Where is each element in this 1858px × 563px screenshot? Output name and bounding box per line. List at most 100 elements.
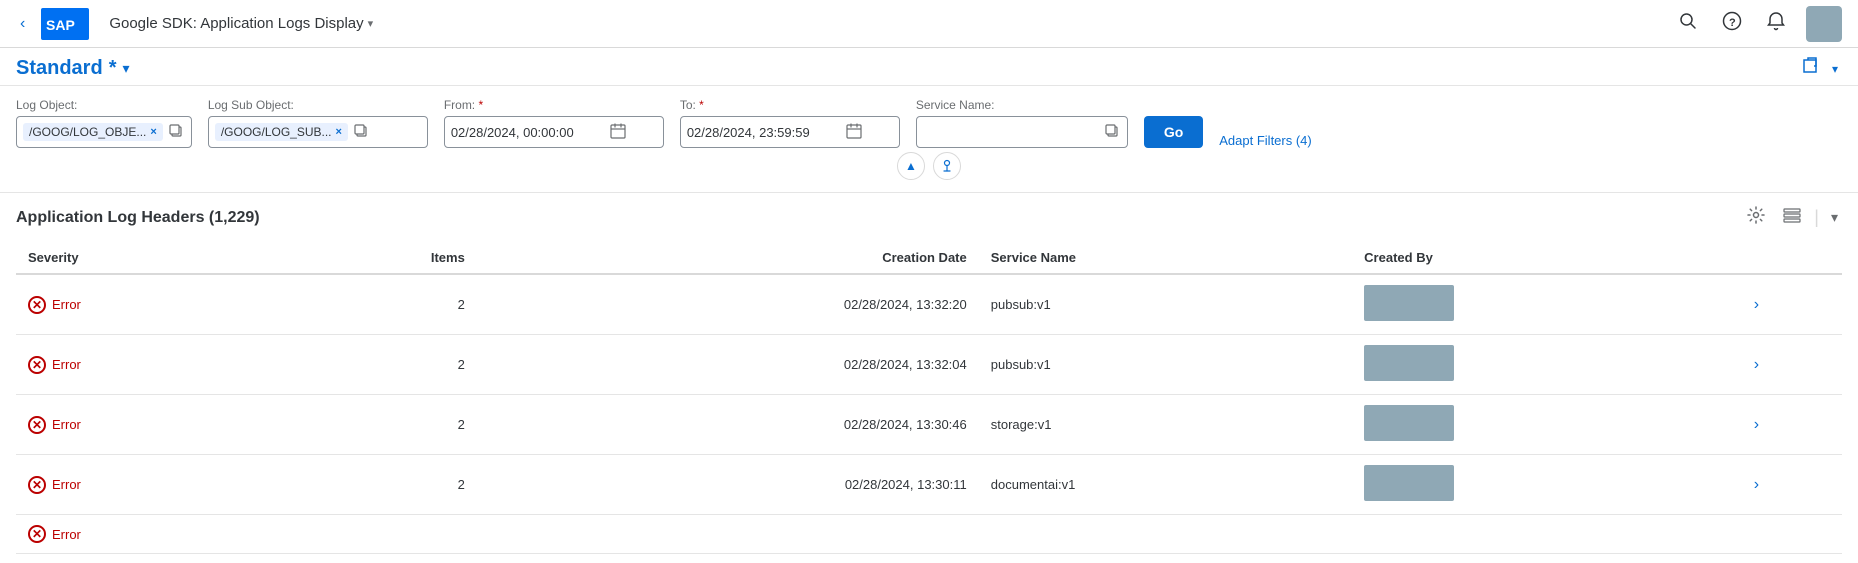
collapse-button[interactable]: ▲: [897, 152, 925, 180]
sub-header-chevron-button[interactable]: ▾: [1828, 58, 1842, 80]
table-more-button[interactable]: ▾: [1827, 205, 1842, 230]
table-view-button[interactable]: [1778, 201, 1806, 234]
created-by-avatar: [1364, 285, 1454, 321]
table-row: ✕ Error 2 02/28/2024, 13:30:46 storage:v…: [16, 395, 1842, 455]
help-button[interactable]: ?: [1718, 7, 1746, 40]
col-nav: [1742, 242, 1842, 274]
row-nav: ›: [1742, 274, 1842, 335]
log-object-label: Log Object:: [16, 98, 192, 112]
nav-title: Google SDK: Application Logs Display ▾: [109, 15, 1662, 32]
row-severity: ✕ Error: [16, 455, 279, 515]
row-nav: ›: [1742, 455, 1842, 515]
row-service-name: storage:v1: [979, 395, 1352, 455]
row-nav-button[interactable]: ›: [1754, 296, 1759, 314]
table-toolbar-divider: |: [1814, 207, 1819, 228]
row-items: [279, 515, 477, 554]
row-creation-date: 02/28/2024, 13:32:20: [477, 274, 979, 335]
nav-title-chevron[interactable]: ▾: [368, 17, 374, 30]
log-object-field: Log Object: /GOOG/LOG_OBJE... ×: [16, 98, 192, 148]
row-service-name: documentai:v1: [979, 455, 1352, 515]
row-items: 2: [279, 274, 477, 335]
row-created-by: [1352, 515, 1742, 554]
go-button[interactable]: Go: [1144, 116, 1203, 148]
service-name-copy-button[interactable]: [1103, 122, 1121, 143]
filter-row: Log Object: /GOOG/LOG_OBJE... × Log Sub …: [16, 98, 1842, 148]
row-severity: ✕ Error: [16, 515, 279, 554]
pin-button[interactable]: [933, 152, 961, 180]
row-nav-button[interactable]: ›: [1754, 356, 1759, 374]
back-button[interactable]: ‹: [16, 11, 29, 37]
table-head: Severity Items Creation Date Service Nam…: [16, 242, 1842, 274]
row-created-by: [1352, 274, 1742, 335]
severity-label: Error: [52, 417, 81, 432]
severity-label: Error: [52, 477, 81, 492]
from-input[interactable]: [451, 125, 606, 140]
row-severity: ✕ Error: [16, 274, 279, 335]
log-sub-object-input-wrap: /GOOG/LOG_SUB... ×: [208, 116, 428, 148]
error-icon: ✕: [28, 296, 46, 314]
row-nav-button[interactable]: ›: [1754, 476, 1759, 494]
adapt-filters-link[interactable]: Adapt Filters (4): [1219, 133, 1311, 148]
service-name-input-wrap: [916, 116, 1128, 148]
created-by-avatar: [1364, 345, 1454, 381]
severity-error-container: ✕ Error: [28, 525, 267, 543]
to-label: To: *: [680, 98, 900, 112]
severity-error-container: ✕ Error: [28, 416, 267, 434]
avatar: [1806, 6, 1842, 42]
log-sub-object-clear-button[interactable]: ×: [336, 126, 342, 138]
from-field: From: *: [444, 98, 664, 148]
created-by-avatar: [1364, 465, 1454, 501]
log-object-input-wrap: /GOOG/LOG_OBJE... ×: [16, 116, 192, 148]
search-button[interactable]: [1674, 7, 1702, 40]
row-items: 2: [279, 455, 477, 515]
table-title: Application Log Headers (1,229): [16, 209, 260, 227]
view-dropdown-chevron[interactable]: ▾: [122, 60, 129, 77]
notification-button[interactable]: [1762, 7, 1790, 40]
svg-text:SAP: SAP: [46, 17, 75, 33]
table-row: ✕ Error 2 02/28/2024, 13:32:20 pubsub:v1…: [16, 274, 1842, 335]
row-created-by: [1352, 455, 1742, 515]
log-object-copy-button[interactable]: [167, 122, 185, 143]
application-log-table: Severity Items Creation Date Service Nam…: [16, 242, 1842, 554]
sap-logo: SAP: [41, 8, 89, 40]
service-name-input[interactable]: [923, 125, 1099, 140]
view-title-container: Standard * ▾: [16, 57, 130, 80]
error-icon: ✕: [28, 356, 46, 374]
row-service-name: [979, 515, 1352, 554]
col-service-name: Service Name: [979, 242, 1352, 274]
row-created-by: [1352, 335, 1742, 395]
from-required: *: [479, 98, 484, 112]
service-name-field: Service Name:: [916, 98, 1128, 148]
severity-label: Error: [52, 297, 81, 312]
col-severity: Severity: [16, 242, 279, 274]
row-severity: ✕ Error: [16, 335, 279, 395]
log-object-clear-button[interactable]: ×: [150, 126, 156, 138]
col-items: Items: [279, 242, 477, 274]
export-button[interactable]: [1800, 56, 1820, 81]
log-object-tag: /GOOG/LOG_OBJE... ×: [23, 123, 163, 141]
row-nav: [1742, 515, 1842, 554]
sub-header: Standard * ▾ ▾: [0, 48, 1858, 86]
log-sub-object-copy-button[interactable]: [352, 122, 370, 143]
filter-bar: Log Object: /GOOG/LOG_OBJE... × Log Sub …: [0, 86, 1858, 193]
to-field: To: *: [680, 98, 900, 148]
collapse-row: ▲: [16, 148, 1842, 184]
row-creation-date: 02/28/2024, 13:30:46: [477, 395, 979, 455]
row-creation-date: 02/28/2024, 13:30:11: [477, 455, 979, 515]
severity-error-container: ✕ Error: [28, 356, 267, 374]
to-input[interactable]: [687, 125, 842, 140]
error-icon: ✕: [28, 416, 46, 434]
row-items: 2: [279, 335, 477, 395]
row-created-by: [1352, 395, 1742, 455]
col-created-by: Created By: [1352, 242, 1742, 274]
table-settings-button[interactable]: [1742, 201, 1770, 234]
sub-header-actions: ▾: [1800, 56, 1842, 81]
severity-error-container: ✕ Error: [28, 296, 267, 314]
from-calendar-button[interactable]: [610, 123, 626, 142]
table-row: ✕ Error 2 02/28/2024, 13:32:04 pubsub:v1…: [16, 335, 1842, 395]
row-nav-button[interactable]: ›: [1754, 416, 1759, 434]
to-calendar-button[interactable]: [846, 123, 862, 142]
row-nav: ›: [1742, 395, 1842, 455]
row-service-name: pubsub:v1: [979, 274, 1352, 335]
row-severity: ✕ Error: [16, 395, 279, 455]
